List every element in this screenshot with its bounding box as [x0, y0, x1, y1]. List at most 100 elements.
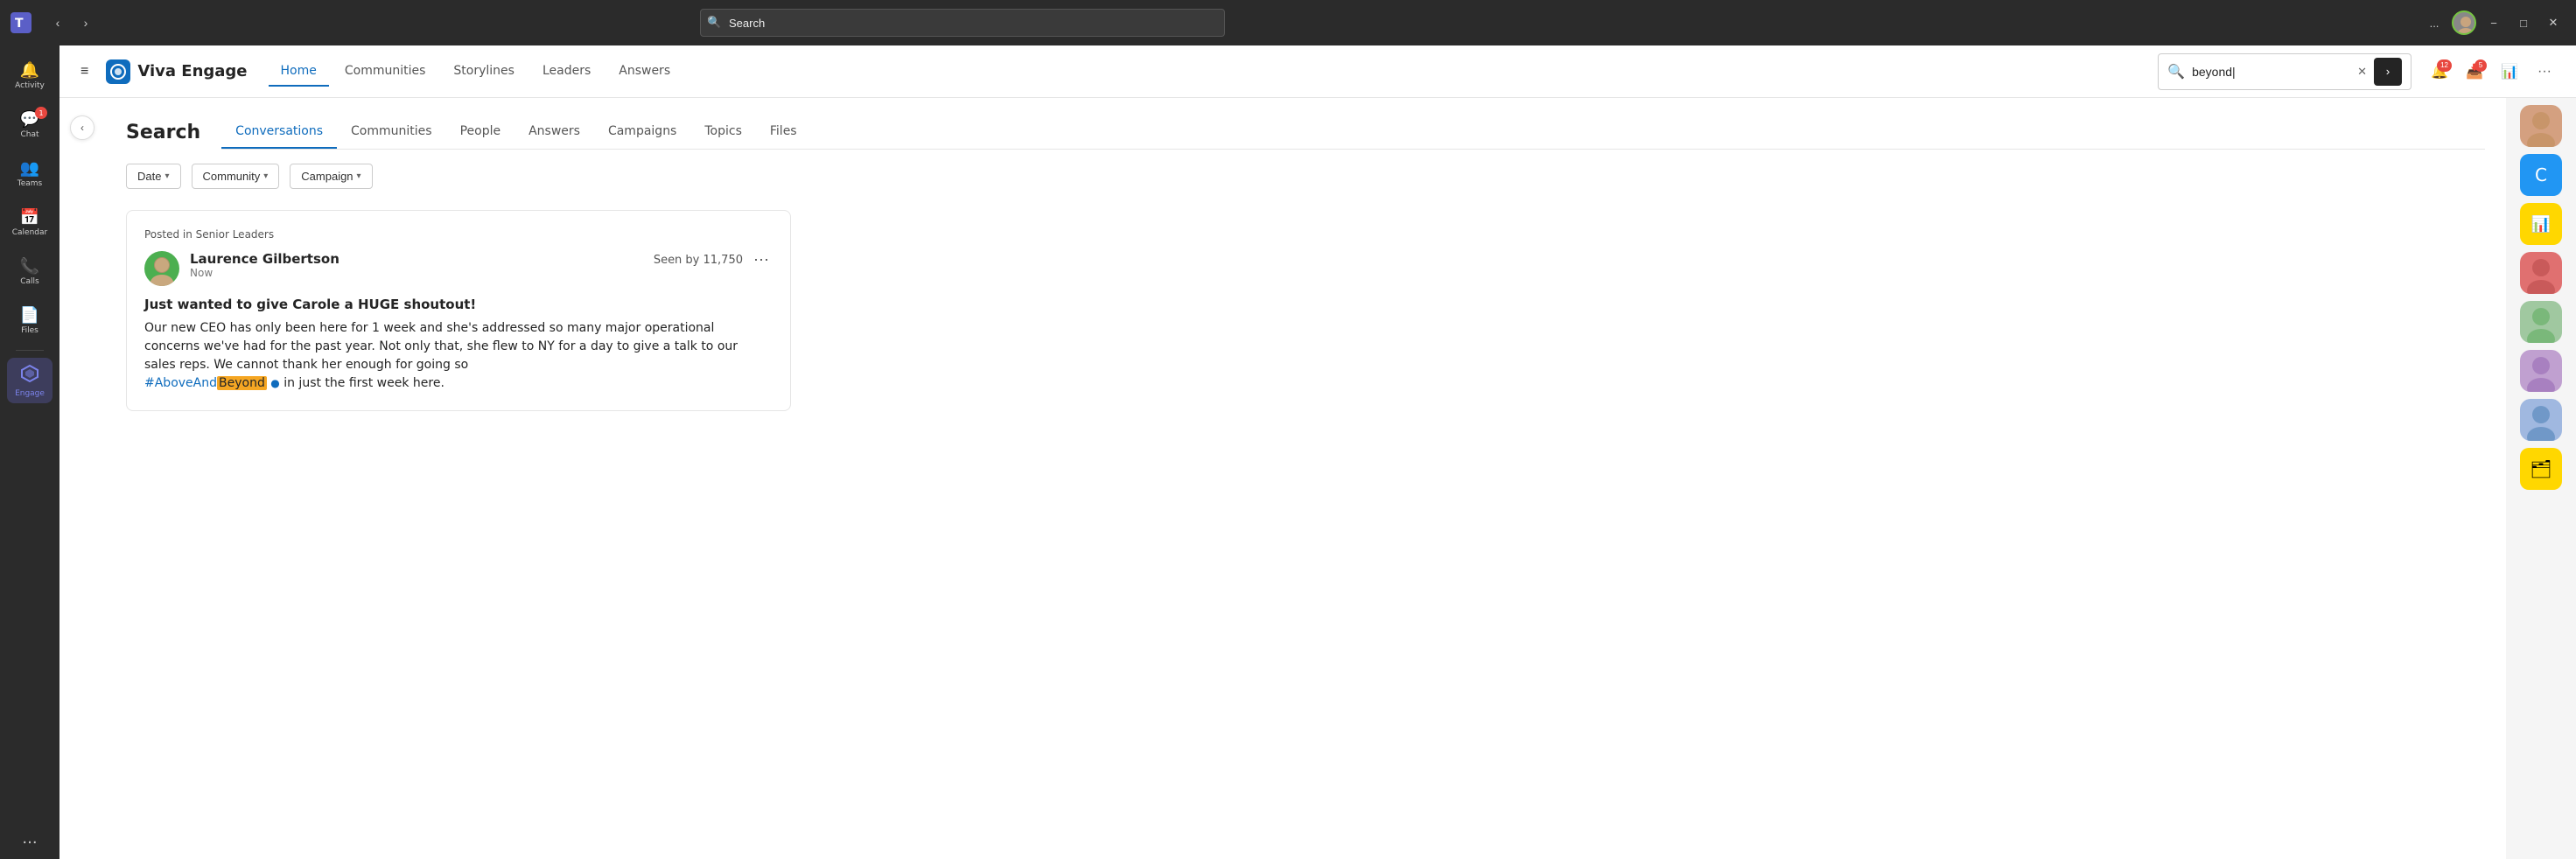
- filter-bar: Date ▾ Community ▾ Campaign ▾: [126, 164, 2485, 189]
- tab-answers[interactable]: Answers: [514, 115, 594, 149]
- user-avatar[interactable]: [2452, 10, 2476, 35]
- nav-storylines[interactable]: Storylines: [441, 57, 527, 87]
- maximize-button[interactable]: □: [2511, 10, 2536, 35]
- title-search-input[interactable]: [700, 9, 1225, 37]
- tab-topics[interactable]: Topics: [690, 115, 756, 149]
- more-options-button[interactable]: ...: [2422, 10, 2446, 35]
- verified-icon: ●: [270, 377, 279, 389]
- sidebar-item-teams[interactable]: 👥 Teams: [7, 150, 52, 196]
- tab-conversations[interactable]: Conversations: [221, 115, 337, 149]
- teams-logo: T: [10, 12, 32, 33]
- tab-people[interactable]: People: [446, 115, 515, 149]
- post-location: Posted in Senior Leaders: [144, 228, 773, 241]
- sidebar-item-activity[interactable]: 🔔 Activity: [7, 52, 52, 98]
- campaign-chevron-icon: ▾: [357, 171, 361, 181]
- post-body: Our new CEO has only been here for 1 wee…: [144, 319, 773, 393]
- notifications-badge: 12: [2437, 59, 2452, 72]
- title-search-container: 🔍: [700, 9, 1225, 37]
- sidebar-item-calls[interactable]: 📞 Calls: [7, 248, 52, 294]
- post-more-button[interactable]: ⋯: [750, 251, 773, 269]
- right-panel-app-2[interactable]: 📊: [2520, 203, 2562, 245]
- search-submit-button[interactable]: ›: [2374, 58, 2402, 86]
- tab-campaigns[interactable]: Campaigns: [594, 115, 690, 149]
- nav-answers[interactable]: Answers: [606, 57, 682, 87]
- svg-text:T: T: [15, 17, 24, 31]
- viva-logo-text: Viva Engage: [137, 62, 247, 80]
- sidebar-item-chat[interactable]: 💬 Chat 1: [7, 101, 52, 147]
- app-3-icon: 🗂: [2530, 458, 2552, 479]
- tab-files[interactable]: Files: [756, 115, 811, 149]
- search-header-row: Search Conversations Communities People …: [126, 115, 2485, 150]
- right-panel-app-3[interactable]: 🗂: [2520, 448, 2562, 490]
- right-panel-app-1[interactable]: C: [2520, 154, 2562, 196]
- files-icon: 📄: [20, 306, 39, 325]
- post-header: Laurence Gilbertson Now Seen by 11,750 ⋯: [144, 251, 773, 286]
- post-card: Posted in Senior Leaders: [126, 210, 791, 411]
- hashtag-text: #AboveAnd: [144, 376, 217, 390]
- chat-badge: 1: [35, 107, 47, 119]
- viva-header: ≡ Viva Engage Home Communities Storyline…: [60, 45, 2576, 98]
- nav-leaders[interactable]: Leaders: [530, 57, 603, 87]
- collapse-left-button[interactable]: ‹: [70, 115, 94, 140]
- right-panel-user-4[interactable]: [2520, 350, 2562, 392]
- close-button[interactable]: ✕: [2541, 10, 2566, 35]
- right-panel-user-2[interactable]: [2520, 252, 2562, 294]
- seen-by-text: Seen by 11,750: [654, 254, 743, 267]
- post-author-avatar: [144, 251, 179, 286]
- post-time: Now: [190, 267, 654, 279]
- search-tabs: Conversations Communities People Answers…: [221, 115, 2485, 150]
- forward-button[interactable]: ›: [74, 10, 98, 35]
- header-more-button[interactable]: ···: [2530, 58, 2558, 86]
- back-button[interactable]: ‹: [46, 10, 70, 35]
- left-panel: ‹: [60, 98, 105, 859]
- viva-search-icon: 🔍: [2167, 63, 2185, 80]
- title-bar-actions: ... − □ ✕: [2422, 10, 2566, 35]
- nav-home[interactable]: Home: [269, 57, 329, 87]
- post-suffix: in just the first week here.: [284, 376, 444, 390]
- title-bar: T ‹ › 🔍 ... − □ ✕: [0, 0, 2576, 45]
- hamburger-button[interactable]: ≡: [77, 60, 92, 83]
- sidebar-item-calendar[interactable]: 📅 Calendar: [7, 199, 52, 245]
- right-panel-user-3[interactable]: [2520, 301, 2562, 343]
- hashtag-highlight: Beyond: [217, 376, 267, 390]
- search-content: Search Conversations Communities People …: [105, 98, 2506, 859]
- right-panel: C 📊: [2506, 98, 2576, 859]
- header-actions: 🔔 12 📥 5 📊 ···: [2426, 58, 2558, 86]
- sidebar-divider: [16, 350, 44, 351]
- sidebar-more-btn[interactable]: ···: [22, 834, 37, 852]
- app-1-icon: C: [2535, 164, 2547, 185]
- post-meta: Laurence Gilbertson Now: [190, 251, 654, 279]
- search-title: Search: [126, 122, 200, 143]
- right-panel-user-1[interactable]: [2520, 105, 2562, 147]
- viva-header-search: 🔍 ✕ ›: [2158, 53, 2412, 90]
- post-seen: Seen by 11,750 ⋯: [654, 251, 773, 269]
- sidebar-item-engage[interactable]: Engage: [7, 358, 52, 403]
- hashtag-link[interactable]: #AboveAndBeyond: [144, 376, 270, 390]
- date-filter[interactable]: Date ▾: [126, 164, 181, 189]
- community-chevron-icon: ▾: [263, 171, 268, 181]
- title-nav-buttons: ‹ ›: [46, 10, 98, 35]
- minimize-button[interactable]: −: [2482, 10, 2506, 35]
- tab-communities[interactable]: Communities: [337, 115, 446, 149]
- viva-logo: Viva Engage: [106, 59, 247, 84]
- right-panel-user-5[interactable]: [2520, 399, 2562, 441]
- campaign-filter[interactable]: Campaign ▾: [290, 164, 372, 189]
- title-search-icon: 🔍: [707, 17, 721, 30]
- inbox-badge: 5: [2474, 59, 2487, 72]
- app-2-icon: 📊: [2531, 215, 2551, 234]
- viva-search-input[interactable]: [2192, 65, 2350, 79]
- calendar-icon: 📅: [20, 208, 39, 227]
- teams-icon: 👥: [20, 159, 39, 178]
- inbox-button[interactable]: 📥 5: [2460, 58, 2488, 86]
- post-author-name: Laurence Gilbertson: [190, 251, 654, 267]
- search-clear-button[interactable]: ✕: [2357, 65, 2367, 79]
- nav-communities[interactable]: Communities: [332, 57, 438, 87]
- engage-icon: [20, 364, 39, 388]
- community-filter[interactable]: Community ▾: [192, 164, 280, 189]
- viva-search-box: 🔍 ✕ ›: [2158, 53, 2412, 90]
- analytics-button[interactable]: 📊: [2496, 58, 2524, 86]
- activity-icon: 🔔: [20, 61, 39, 80]
- notifications-button[interactable]: 🔔 12: [2426, 58, 2454, 86]
- calls-icon: 📞: [20, 257, 39, 276]
- sidebar-item-files[interactable]: 📄 Files: [7, 297, 52, 343]
